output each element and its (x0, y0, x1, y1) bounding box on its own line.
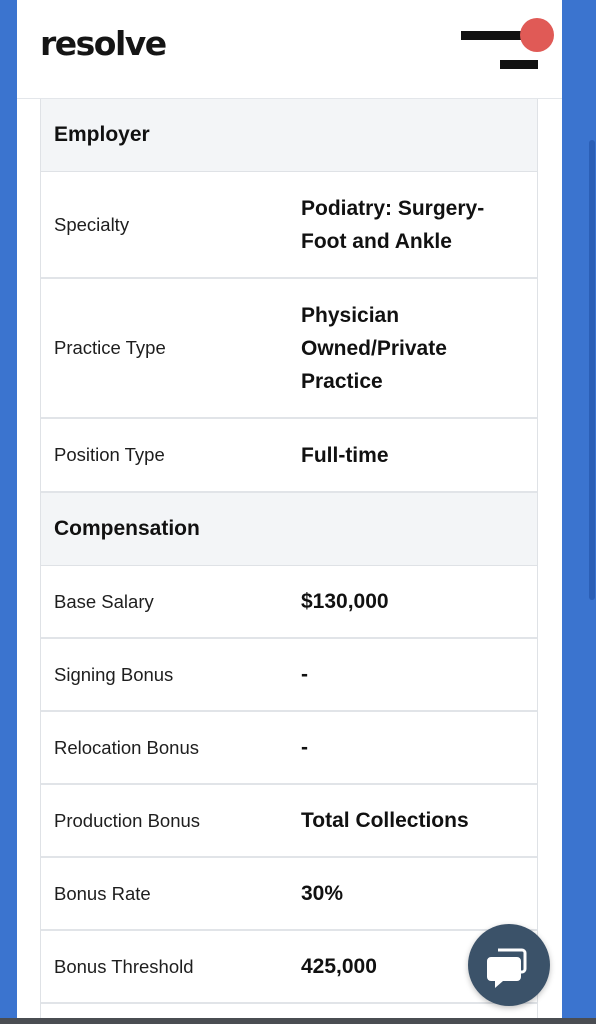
table-row: Bonus Threshold 425,000 (41, 931, 537, 1004)
row-value-base-salary: $130,000 (301, 590, 389, 613)
row-value-practice-type: Physician Owned/Private Practice (301, 303, 447, 393)
section-header-compensation: Compensation (41, 493, 537, 566)
row-value-signing-bonus: - (301, 663, 308, 686)
row-value-production-bonus: Total Collections (301, 809, 469, 832)
row-label-bonus-rate: Bonus Rate (54, 882, 151, 904)
table-row: Practice Type Physician Owned/Private Pr… (41, 279, 537, 419)
page-scrollbar[interactable] (589, 140, 595, 600)
chat-button[interactable] (468, 924, 550, 1006)
table-row: Base Salary $130,000 (41, 566, 537, 639)
row-label-specialty: Specialty (54, 213, 130, 235)
row-value-relocation-bonus: - (301, 736, 308, 759)
site-header: resolve (17, 0, 562, 99)
row-label-practice-type: Practice Type (54, 337, 166, 358)
table-row: Specialty Podiatry: Surgery- Foot and An… (41, 172, 537, 279)
row-value-bonus-rate: 30% (301, 882, 344, 905)
details-table: Employer Specialty Podiatry: Surgery- Fo… (40, 99, 538, 1024)
row-label-position-type: Position Type (54, 444, 165, 465)
page-container: resolve Employer Specialty Podiatry: Sur… (17, 0, 562, 1024)
menu-bar-bottom (500, 60, 538, 69)
table-row: Relocation Bonus - (41, 712, 537, 785)
row-label-base-salary: Base Salary (54, 590, 154, 612)
row-value-position-type: Full-time (301, 443, 389, 467)
row-label-relocation-bonus: Relocation Bonus (54, 736, 200, 758)
row-label-bonus-threshold: Bonus Threshold (54, 955, 194, 977)
row-value-specialty: Podiatry: Surgery- Foot and Ankle (301, 196, 485, 253)
table-row: Signing Bonus - (41, 639, 537, 712)
table-row: Production Bonus Total Collections (41, 785, 537, 858)
notification-dot-icon (520, 18, 554, 52)
resolve-logo[interactable]: resolve (40, 24, 167, 63)
hamburger-menu-icon[interactable] (461, 18, 556, 78)
table-row: Bonus Rate 30% (41, 858, 537, 931)
table-row: Position Type Full-time (41, 419, 537, 493)
bottom-bar (0, 1018, 596, 1024)
row-label-signing-bonus: Signing Bonus (54, 663, 174, 685)
row-label-production-bonus: Production Bonus (54, 809, 201, 831)
chat-bubble-icon (487, 948, 527, 988)
section-header-employer: Employer (41, 99, 537, 172)
